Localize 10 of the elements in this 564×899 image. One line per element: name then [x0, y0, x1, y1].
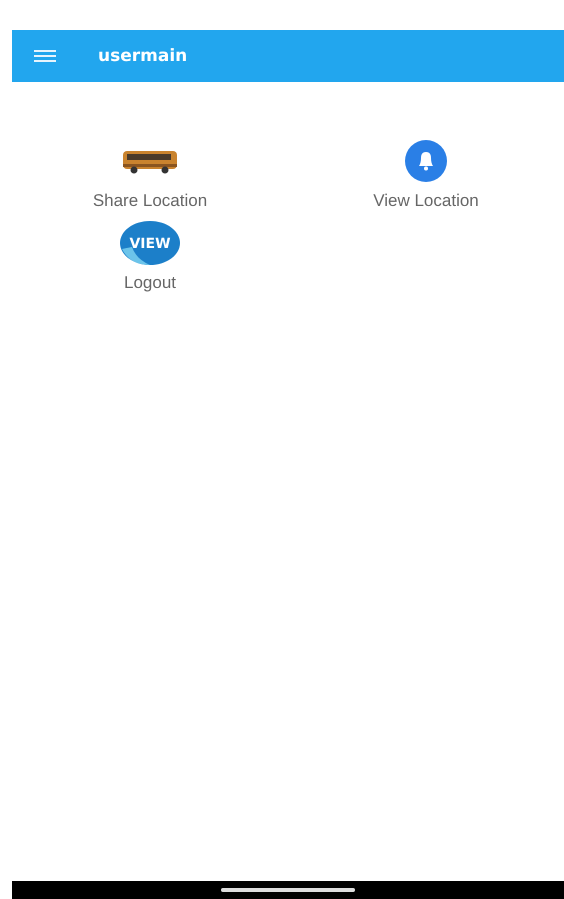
app-title: usermain [98, 46, 188, 66]
menu-tile[interactable]: View Location [288, 137, 564, 211]
bell-icon [404, 139, 448, 183]
menu-tile[interactable]: VIEW Logout [12, 219, 288, 293]
home-handle[interactable] [221, 888, 355, 892]
tile-label: View Location [373, 191, 479, 211]
menu-icon[interactable] [34, 49, 56, 63]
tile-label: Logout [124, 273, 176, 293]
tile-label: Share Location [92, 191, 208, 211]
menu-tile[interactable]: Share Location [12, 137, 288, 211]
